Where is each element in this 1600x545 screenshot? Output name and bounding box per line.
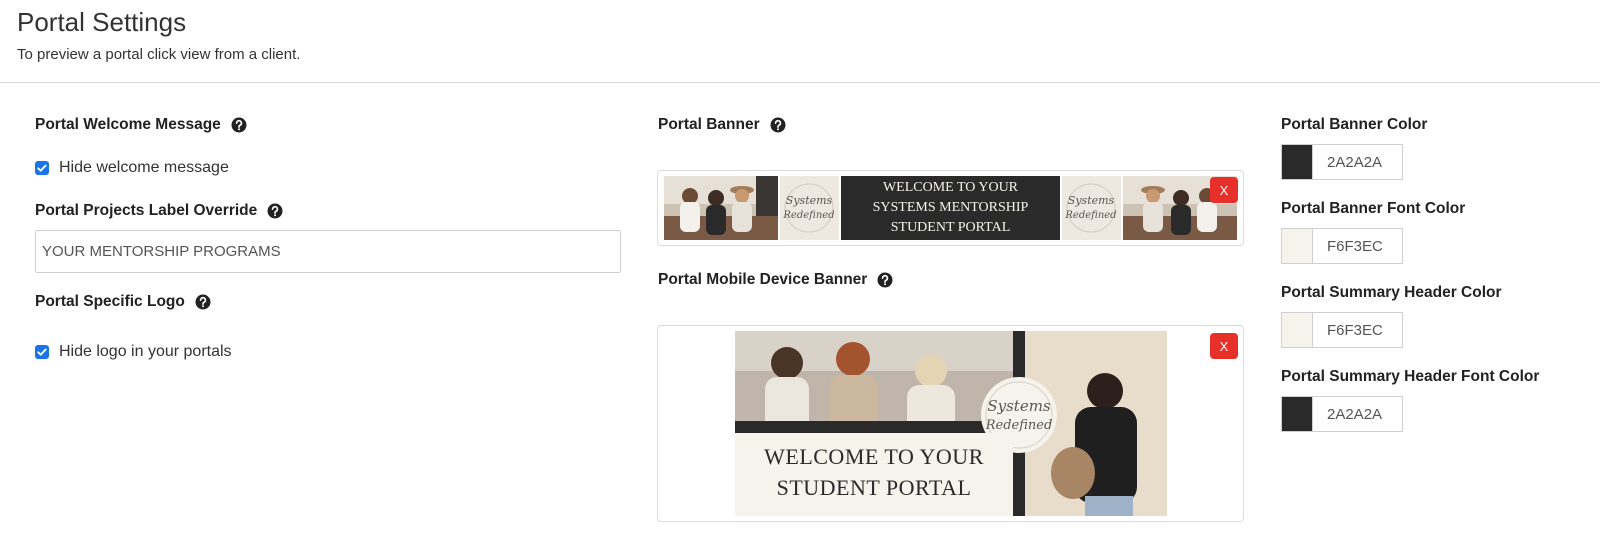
hide-welcome-message-label: Hide welcome message	[59, 159, 229, 176]
summary-header-font-color-picker[interactable]: 2A2A2A	[1281, 396, 1403, 432]
mobile-banner-image: Systems Redefined WELCOME TO YOUR STUDEN…	[735, 331, 1167, 516]
svg-text:Systems: Systems	[987, 397, 1051, 415]
portal-logo-label: Portal Specific Logo	[35, 293, 211, 311]
banner-photo-left	[664, 176, 778, 240]
portal-mobile-banner-label-text: Portal Mobile Device Banner	[658, 271, 868, 288]
svg-text:STUDENT PORTAL: STUDENT PORTAL	[777, 475, 972, 500]
svg-text:Redefined: Redefined	[1064, 210, 1116, 221]
summary-header-font-color-label: Portal Summary Header Font Color	[1281, 368, 1540, 385]
help-icon[interactable]	[231, 117, 247, 133]
checkmark-icon	[37, 348, 47, 356]
hide-logo-row[interactable]: Hide logo in your portals	[35, 343, 232, 361]
banner-color-swatch[interactable]	[1282, 145, 1313, 179]
svg-text:Redefined: Redefined	[985, 418, 1053, 433]
page-title: Portal Settings	[17, 7, 187, 37]
help-icon[interactable]	[267, 203, 283, 219]
help-icon[interactable]	[877, 272, 893, 288]
welcome-message-label-text: Portal Welcome Message	[35, 116, 221, 133]
remove-mobile-banner-button[interactable]: X	[1210, 333, 1238, 359]
summary-header-color-hex[interactable]: F6F3EC	[1313, 313, 1402, 347]
banner-color-label: Portal Banner Color	[1281, 116, 1428, 133]
portal-logo-label-text: Portal Specific Logo	[35, 293, 185, 310]
banner-logo-left: Systems Redefined	[780, 176, 839, 240]
hide-welcome-message-row[interactable]: Hide welcome message	[35, 159, 229, 177]
summary-header-color-picker[interactable]: F6F3EC	[1281, 312, 1403, 348]
hide-logo-checkbox[interactable]	[35, 345, 49, 359]
projects-label-input[interactable]	[35, 230, 621, 273]
banner-font-color-hex[interactable]: F6F3EC	[1313, 229, 1402, 263]
svg-text:Systems: Systems	[786, 194, 833, 207]
banner-font-color-label: Portal Banner Font Color	[1281, 200, 1466, 217]
banner-logo-right: Systems Redefined	[1062, 176, 1121, 240]
page-header: Portal Settings To preview a portal clic…	[0, 0, 1600, 83]
checkmark-icon	[37, 164, 47, 172]
portal-banner-preview: Systems Redefined WELCOME TO YOUR SYSTEM…	[657, 170, 1244, 246]
banner-color-hex[interactable]: 2A2A2A	[1313, 145, 1402, 179]
portal-mobile-banner-preview: Systems Redefined WELCOME TO YOUR STUDEN…	[657, 325, 1244, 522]
banner-color-picker[interactable]: 2A2A2A	[1281, 144, 1403, 180]
portal-banner-label: Portal Banner	[658, 116, 786, 134]
summary-header-font-color-swatch[interactable]	[1282, 397, 1313, 431]
banner-text-line-2: SYSTEMS MENTORSHIP	[872, 200, 1029, 215]
banner-text-line-3: STUDENT PORTAL	[890, 220, 1011, 235]
projects-label-override-label: Portal Projects Label Override	[35, 202, 283, 220]
svg-text:Systems: Systems	[1068, 194, 1115, 207]
summary-header-color-label: Portal Summary Header Color	[1281, 284, 1502, 301]
hide-logo-label: Hide logo in your portals	[59, 343, 232, 360]
page-subtitle: To preview a portal click view from a cl…	[17, 46, 301, 63]
welcome-message-label: Portal Welcome Message	[35, 116, 247, 134]
portal-banner-label-text: Portal Banner	[658, 116, 760, 133]
hide-welcome-message-checkbox[interactable]	[35, 161, 49, 175]
svg-text:WELCOME TO YOUR: WELCOME TO YOUR	[764, 444, 984, 469]
svg-text:Redefined: Redefined	[782, 210, 834, 221]
help-icon[interactable]	[770, 117, 786, 133]
banner-font-color-picker[interactable]: F6F3EC	[1281, 228, 1403, 264]
banner-welcome-text: WELCOME TO YOUR SYSTEMS MENTORSHIP STUDE…	[841, 176, 1060, 240]
help-icon[interactable]	[195, 294, 211, 310]
remove-banner-button[interactable]: X	[1210, 177, 1238, 203]
summary-header-font-color-hex[interactable]: 2A2A2A	[1313, 397, 1402, 431]
banner-font-color-swatch[interactable]	[1282, 229, 1313, 263]
banner-text-line-1: WELCOME TO YOUR	[882, 180, 1019, 195]
projects-label-override-text: Portal Projects Label Override	[35, 202, 258, 219]
portal-mobile-banner-label: Portal Mobile Device Banner	[658, 271, 893, 289]
summary-header-color-swatch[interactable]	[1282, 313, 1313, 347]
